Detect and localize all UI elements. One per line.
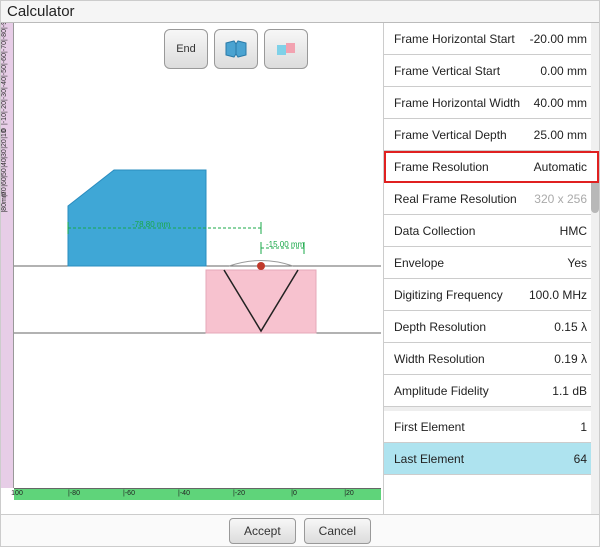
property-label: Digitizing Frequency bbox=[394, 288, 503, 302]
property-value: 320 x 256 bbox=[534, 192, 587, 206]
property-label: Envelope bbox=[394, 256, 444, 270]
property-row[interactable]: Frame Horizontal Width 40.00 mm bbox=[384, 87, 599, 119]
property-row[interactable]: Last Element 64 bbox=[384, 443, 599, 475]
property-row[interactable]: Digitizing Frequency 100.0 MHz bbox=[384, 279, 599, 311]
x-tick: |-40 bbox=[178, 490, 190, 497]
property-value: -20.00 mm bbox=[530, 32, 587, 46]
end-button-label: End bbox=[176, 43, 196, 55]
y-tick: |-50 bbox=[1, 65, 9, 77]
property-row[interactable]: First Element 1 bbox=[384, 411, 599, 443]
diagram-svg bbox=[14, 23, 381, 488]
x-tick: |-20 bbox=[233, 490, 245, 497]
y-tick: |40 bbox=[1, 158, 9, 168]
focus-dot bbox=[257, 262, 265, 270]
property-label: Frame Horizontal Width bbox=[394, 96, 520, 110]
calculator-window: Calculator |-90 |-80 |-70 |-60 |-50 |-40… bbox=[0, 0, 600, 547]
wedge-shape bbox=[68, 170, 206, 266]
pink-block bbox=[206, 270, 316, 333]
property-value: 100.0 MHz bbox=[529, 288, 587, 302]
property-label: Last Element bbox=[394, 452, 464, 466]
y-tick: |-80 bbox=[1, 29, 9, 41]
property-value: 1 bbox=[580, 420, 587, 434]
x-tick: |-80 bbox=[68, 490, 80, 497]
view-book-button[interactable] bbox=[214, 29, 258, 69]
y-tick: |60 bbox=[1, 178, 9, 188]
y-tick: |-30 bbox=[1, 89, 9, 101]
y-tick: |-40 bbox=[1, 77, 9, 89]
y-tick: |80mm bbox=[1, 191, 9, 212]
x-tick: |-60 bbox=[123, 490, 135, 497]
property-label: Width Resolution bbox=[394, 352, 485, 366]
property-label: Data Collection bbox=[394, 224, 475, 238]
y-tick: |-20 bbox=[1, 101, 9, 113]
properties-list: Frame Horizontal Start -20.00 mm Frame Ver… bbox=[384, 23, 599, 514]
end-button[interactable]: End bbox=[164, 29, 208, 69]
accept-button[interactable]: Accept bbox=[229, 518, 296, 544]
properties-panel: Frame Horizontal Start -20.00 mm Frame Ver… bbox=[383, 23, 599, 514]
property-label: Frame Horizontal Start bbox=[394, 32, 515, 46]
x-tick: |20 bbox=[344, 490, 354, 497]
dimension-b: -15.00 mm bbox=[266, 240, 304, 249]
window-title: Calculator bbox=[1, 1, 599, 23]
canvas-area: |-90 |-80 |-70 |-60 |-50 |-40 |-30 |-20 … bbox=[1, 23, 383, 513]
property-label: Frame Vertical Start bbox=[394, 64, 500, 78]
x-tick: 100 bbox=[11, 490, 23, 497]
property-row[interactable]: Amplitude Fidelity 1.1 dB bbox=[384, 375, 599, 407]
y-tick: |-70 bbox=[1, 41, 9, 53]
view-shapes-button[interactable] bbox=[264, 29, 308, 69]
property-value: 0.19 λ bbox=[554, 352, 587, 366]
property-row[interactable]: Envelope Yes bbox=[384, 247, 599, 279]
x-tick: |0 bbox=[291, 490, 297, 497]
property-value: 40.00 mm bbox=[534, 96, 587, 110]
property-row[interactable]: Depth Resolution 0.15 λ bbox=[384, 311, 599, 343]
property-label: Amplitude Fidelity bbox=[394, 384, 489, 398]
property-value: HMC bbox=[560, 224, 587, 238]
property-value: 0.15 λ bbox=[554, 320, 587, 334]
property-value: 1.1 dB bbox=[552, 384, 587, 398]
property-value: 25.00 mm bbox=[534, 128, 587, 142]
plot-region[interactable]: -78.80 mm -15.00 mm End bbox=[14, 23, 381, 488]
property-label: First Element bbox=[394, 420, 465, 434]
y-tick: |-10 bbox=[1, 113, 9, 125]
property-label: Frame Resolution bbox=[394, 160, 489, 174]
property-value: 0.00 mm bbox=[540, 64, 587, 78]
property-row[interactable]: Frame Vertical Depth 25.00 mm bbox=[384, 119, 599, 151]
property-row[interactable]: Frame Resolution Automatic bbox=[384, 151, 599, 183]
property-label: Frame Vertical Depth bbox=[394, 128, 507, 142]
footer-bar: Accept Cancel bbox=[1, 514, 599, 546]
property-value: Automatic bbox=[534, 160, 587, 174]
x-ruler: 100 |-80 |-60 |-40 |-20 |0 |20 bbox=[14, 488, 381, 500]
y-tick: |-60 bbox=[1, 53, 9, 65]
property-row[interactable]: Frame Vertical Start 0.00 mm bbox=[384, 55, 599, 87]
book-icon bbox=[224, 39, 248, 59]
y-ruler: |-90 |-80 |-70 |-60 |-50 |-40 |-30 |-20 … bbox=[1, 23, 14, 488]
property-row[interactable]: Frame Horizontal Start -20.00 mm bbox=[384, 23, 599, 55]
dimension-a: -78.80 mm bbox=[132, 220, 170, 229]
cancel-button[interactable]: Cancel bbox=[304, 518, 371, 544]
plot-toolbar: End bbox=[164, 29, 308, 69]
property-value: 64 bbox=[574, 452, 587, 466]
property-label: Real Frame Resolution bbox=[394, 192, 517, 206]
content-area: |-90 |-80 |-70 |-60 |-50 |-40 |-30 |-20 … bbox=[1, 23, 599, 514]
property-value: Yes bbox=[567, 256, 587, 270]
property-row[interactable]: Width Resolution 0.19 λ bbox=[384, 343, 599, 375]
property-row[interactable]: Data Collection HMC bbox=[384, 215, 599, 247]
y-tick: |20 bbox=[1, 139, 9, 149]
property-label: Depth Resolution bbox=[394, 320, 486, 334]
scrollbar[interactable] bbox=[591, 23, 599, 514]
property-row[interactable]: Real Frame Resolution 320 x 256 bbox=[384, 183, 599, 215]
y-tick: |10 bbox=[1, 130, 9, 140]
shapes-icon bbox=[274, 39, 298, 59]
